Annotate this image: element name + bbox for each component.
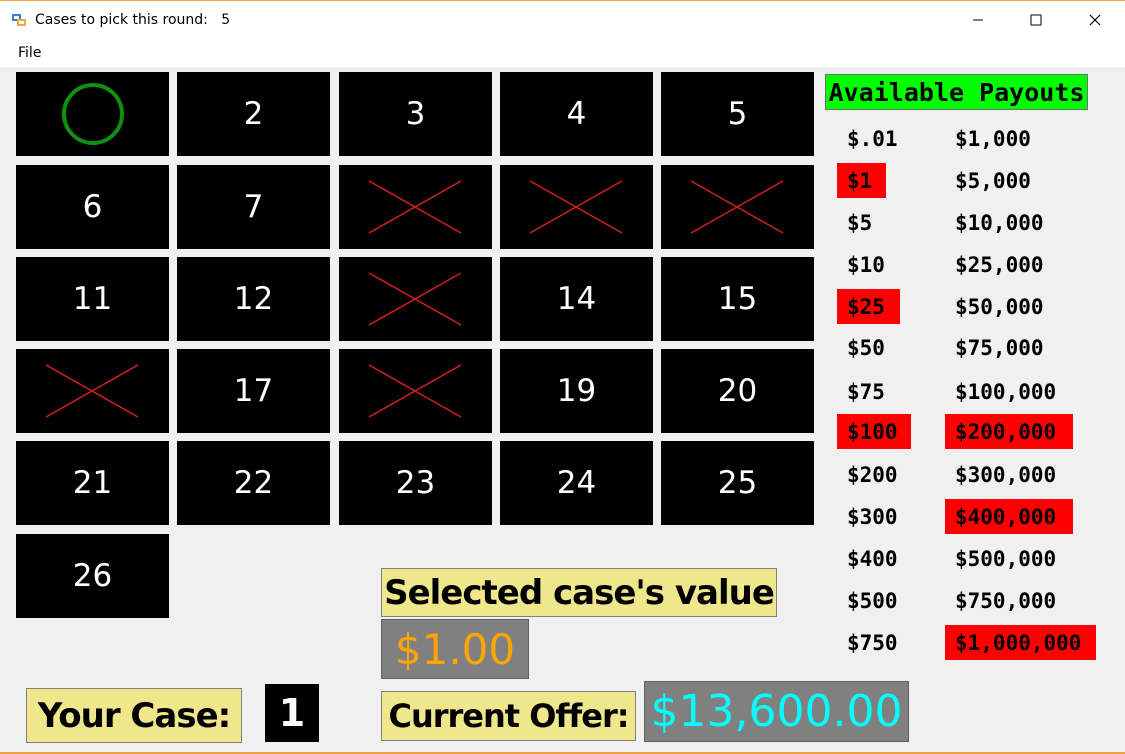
case-25[interactable]: 25 bbox=[661, 441, 814, 525]
payout-right-4: $50,000 bbox=[955, 294, 1044, 319]
case-12[interactable]: 12 bbox=[177, 257, 330, 341]
payout-left-5: $50 bbox=[847, 335, 885, 360]
eliminated-x-icon bbox=[45, 364, 139, 418]
payout-left-7: $100 bbox=[837, 414, 911, 449]
payout-left-6: $75 bbox=[847, 379, 885, 404]
case-19[interactable]: 19 bbox=[500, 349, 653, 433]
close-icon bbox=[1089, 11, 1101, 30]
available-payouts-header: Available Payouts bbox=[825, 74, 1088, 110]
eliminated-x-icon bbox=[368, 272, 462, 326]
case-23[interactable]: 23 bbox=[339, 441, 492, 525]
window-title: Cases to pick this round: 5 bbox=[35, 12, 231, 28]
game-window: Cases to pick this round: 5 File 2345671… bbox=[0, 0, 1125, 754]
minimize-icon bbox=[972, 11, 984, 30]
menu-bar bbox=[0, 39, 1125, 67]
payout-left-9: $300 bbox=[847, 504, 898, 529]
case-9[interactable] bbox=[500, 165, 653, 249]
case-3[interactable]: 3 bbox=[339, 72, 492, 156]
payout-right-5: $75,000 bbox=[955, 335, 1044, 360]
minimize-button[interactable] bbox=[955, 1, 1001, 39]
case-15[interactable]: 15 bbox=[661, 257, 814, 341]
selected-case-label: Selected case's value bbox=[381, 568, 777, 617]
payout-right-0: $1,000 bbox=[955, 126, 1031, 151]
your-case-label: Your Case: bbox=[26, 688, 242, 743]
payout-left-1: $1 bbox=[837, 163, 886, 198]
selected-case-circle-icon bbox=[62, 83, 124, 145]
case-14[interactable]: 14 bbox=[500, 257, 653, 341]
payout-right-11: $750,000 bbox=[955, 588, 1057, 613]
eliminated-x-icon bbox=[368, 364, 462, 418]
case-6[interactable]: 6 bbox=[16, 165, 169, 249]
case-24[interactable]: 24 bbox=[500, 441, 653, 525]
current-offer-label: Current Offer: bbox=[381, 691, 636, 741]
payout-left-4: $25 bbox=[837, 289, 900, 324]
eliminated-x-icon bbox=[690, 180, 784, 234]
selected-case-value: $1.00 bbox=[381, 619, 529, 679]
case-16[interactable] bbox=[16, 349, 169, 433]
payout-right-2: $10,000 bbox=[955, 210, 1044, 235]
maximize-icon bbox=[1030, 11, 1042, 30]
payout-left-2: $5 bbox=[847, 210, 873, 235]
eliminated-x-icon bbox=[529, 180, 623, 234]
payout-right-1: $5,000 bbox=[955, 168, 1031, 193]
payout-right-9: $400,000 bbox=[945, 499, 1073, 534]
current-offer-value: $13,600.00 bbox=[644, 681, 909, 742]
payout-left-12: $750 bbox=[847, 630, 898, 655]
app-window-icon bbox=[11, 12, 27, 28]
case-5[interactable]: 5 bbox=[661, 72, 814, 156]
menu-file[interactable]: File bbox=[18, 45, 41, 61]
case-17[interactable]: 17 bbox=[177, 349, 330, 433]
case-2[interactable]: 2 bbox=[177, 72, 330, 156]
payout-right-10: $500,000 bbox=[955, 546, 1057, 571]
close-button[interactable] bbox=[1072, 1, 1118, 39]
payout-left-11: $500 bbox=[847, 588, 898, 613]
payout-right-3: $25,000 bbox=[955, 252, 1044, 277]
payout-right-12: $1,000,000 bbox=[945, 625, 1096, 660]
title-bar: Cases to pick this round: 5 bbox=[0, 1, 1125, 39]
case-21[interactable]: 21 bbox=[16, 441, 169, 525]
case-22[interactable]: 22 bbox=[177, 441, 330, 525]
case-1[interactable] bbox=[16, 72, 169, 156]
case-20[interactable]: 20 bbox=[661, 349, 814, 433]
your-case-number: 1 bbox=[265, 684, 319, 742]
case-4[interactable]: 4 bbox=[500, 72, 653, 156]
case-11[interactable]: 11 bbox=[16, 257, 169, 341]
case-7[interactable]: 7 bbox=[177, 165, 330, 249]
case-8[interactable] bbox=[339, 165, 492, 249]
payout-right-7: $200,000 bbox=[945, 414, 1073, 449]
payout-right-6: $100,000 bbox=[955, 379, 1057, 404]
maximize-button[interactable] bbox=[1013, 1, 1059, 39]
eliminated-x-icon bbox=[368, 180, 462, 234]
case-18[interactable] bbox=[339, 349, 492, 433]
payout-left-0: $.01 bbox=[847, 126, 898, 151]
payout-right-8: $300,000 bbox=[955, 462, 1057, 487]
payout-left-10: $400 bbox=[847, 546, 898, 571]
case-10[interactable] bbox=[661, 165, 814, 249]
payout-left-3: $10 bbox=[847, 252, 885, 277]
payout-left-8: $200 bbox=[847, 462, 898, 487]
case-26[interactable]: 26 bbox=[16, 534, 169, 618]
case-13[interactable] bbox=[339, 257, 492, 341]
